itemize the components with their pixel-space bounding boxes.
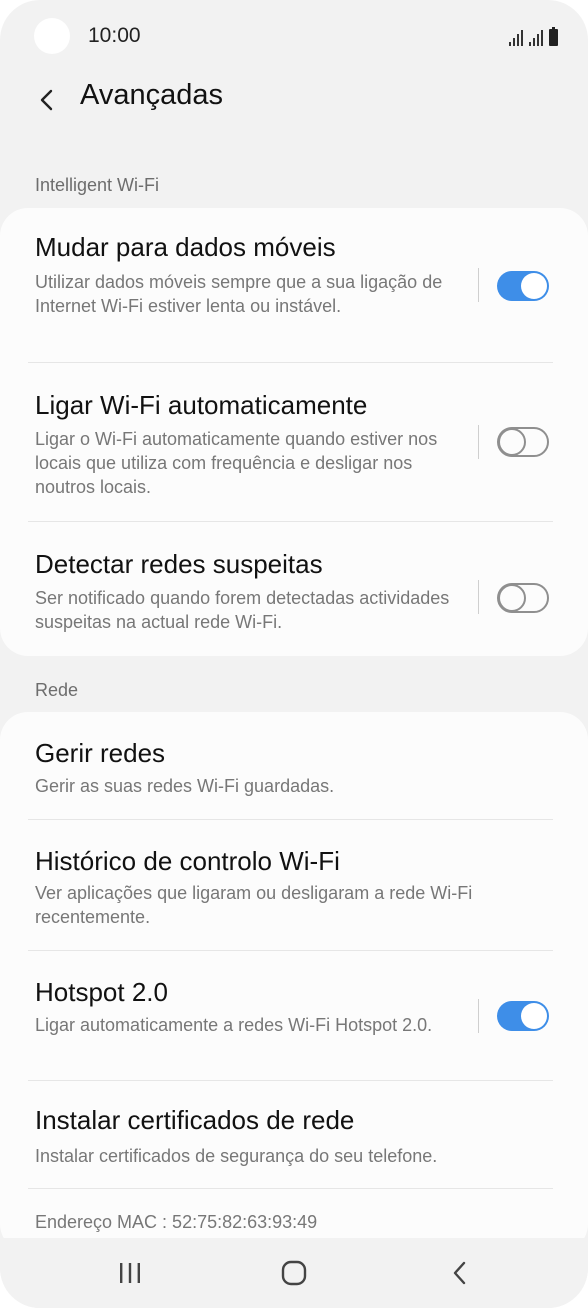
- setting-install-certificates[interactable]: Instalar certificados de rede Instalar c…: [0, 1081, 588, 1187]
- toggle-switch[interactable]: [497, 583, 549, 613]
- separator: [478, 999, 479, 1033]
- setting-title: Hotspot 2.0: [35, 977, 168, 1007]
- back-button[interactable]: [34, 80, 60, 120]
- chevron-left-icon: [40, 89, 53, 111]
- setting-manage-networks[interactable]: Gerir redes Gerir as suas redes Wi-Fi gu…: [0, 712, 588, 818]
- toggle-switch[interactable]: [497, 1001, 549, 1031]
- setting-description: Gerir as suas redes Wi-Fi guardadas.: [35, 776, 335, 796]
- system-icons: [509, 26, 558, 46]
- toggle-switch[interactable]: [497, 271, 549, 301]
- separator: [478, 580, 479, 614]
- setting-title: Ligar Wi-Fi automaticamente: [35, 390, 368, 420]
- setting-mobile-data-switch[interactable]: Mudar para dados móveis Utilizar dados m…: [0, 208, 588, 362]
- mac-address: Endereço MAC : 52:75:82:63:93:49: [35, 1212, 318, 1232]
- setting-detect-suspicious-networks[interactable]: Detectar redes suspeitas Ser notificado …: [0, 522, 588, 656]
- setting-title: Histórico de controlo Wi-Fi: [35, 846, 340, 876]
- status-bar: 10:00: [0, 0, 588, 72]
- nav-home-button[interactable]: [274, 1256, 314, 1290]
- toggle-switch[interactable]: [497, 427, 549, 457]
- setting-title: Gerir redes: [35, 738, 166, 768]
- setting-description: Utilizar dados móveis sempre que a sua l…: [35, 272, 443, 316]
- app-header: Avançadas: [0, 72, 588, 128]
- setting-title: Instalar certificados de rede: [35, 1105, 355, 1135]
- signal-icon: [509, 30, 523, 46]
- signal-icon-2: [529, 30, 543, 46]
- setting-title: Detectar redes suspeitas: [35, 549, 323, 579]
- section-label-rede: Rede: [35, 680, 79, 700]
- setting-description: Ligar automaticamente a redes Wi-Fi Hots…: [35, 1015, 433, 1035]
- navigation-bar: [0, 1238, 588, 1308]
- intelligent-wifi-card: Mudar para dados móveis Utilizar dados m…: [0, 208, 588, 656]
- section-label-intelligent-wifi: Intelligent Wi-Fi: [35, 175, 160, 195]
- separator: [478, 425, 479, 459]
- setting-title: Mudar para dados móveis: [35, 232, 336, 262]
- page-title: Avançadas: [80, 79, 223, 111]
- setting-description: Instalar certificados de segurança do se…: [35, 1146, 438, 1166]
- status-time: 10:00: [88, 24, 141, 47]
- rede-card: Gerir redes Gerir as suas redes Wi-Fi gu…: [0, 712, 588, 1252]
- setting-description: Ser notificado quando forem detectadas a…: [35, 588, 450, 632]
- camera-cutout: [34, 18, 70, 54]
- setting-hotspot-2[interactable]: Hotspot 2.0 Ligar automaticamente a rede…: [0, 951, 588, 1080]
- back-icon: [453, 1261, 466, 1285]
- setting-description: Ver aplicações que ligaram ou desligaram…: [35, 883, 473, 927]
- setting-description: Ligar o Wi-Fi automaticamente quando est…: [35, 429, 438, 497]
- separator: [478, 268, 479, 302]
- nav-recents-button[interactable]: [110, 1256, 150, 1290]
- phone-screen: 10:00 Avançadas Intelligent Wi-Fi Mudar …: [0, 0, 588, 1308]
- battery-icon: [549, 27, 558, 46]
- recents-icon: [120, 1263, 140, 1283]
- setting-auto-wifi[interactable]: Ligar Wi-Fi automaticamente Ligar o Wi-F…: [0, 363, 588, 521]
- nav-back-button[interactable]: [440, 1256, 480, 1290]
- home-icon: [281, 1260, 307, 1286]
- setting-wifi-control-history[interactable]: Histórico de controlo Wi-Fi Ver aplicaçõ…: [0, 820, 588, 950]
- divider: [28, 1188, 553, 1189]
